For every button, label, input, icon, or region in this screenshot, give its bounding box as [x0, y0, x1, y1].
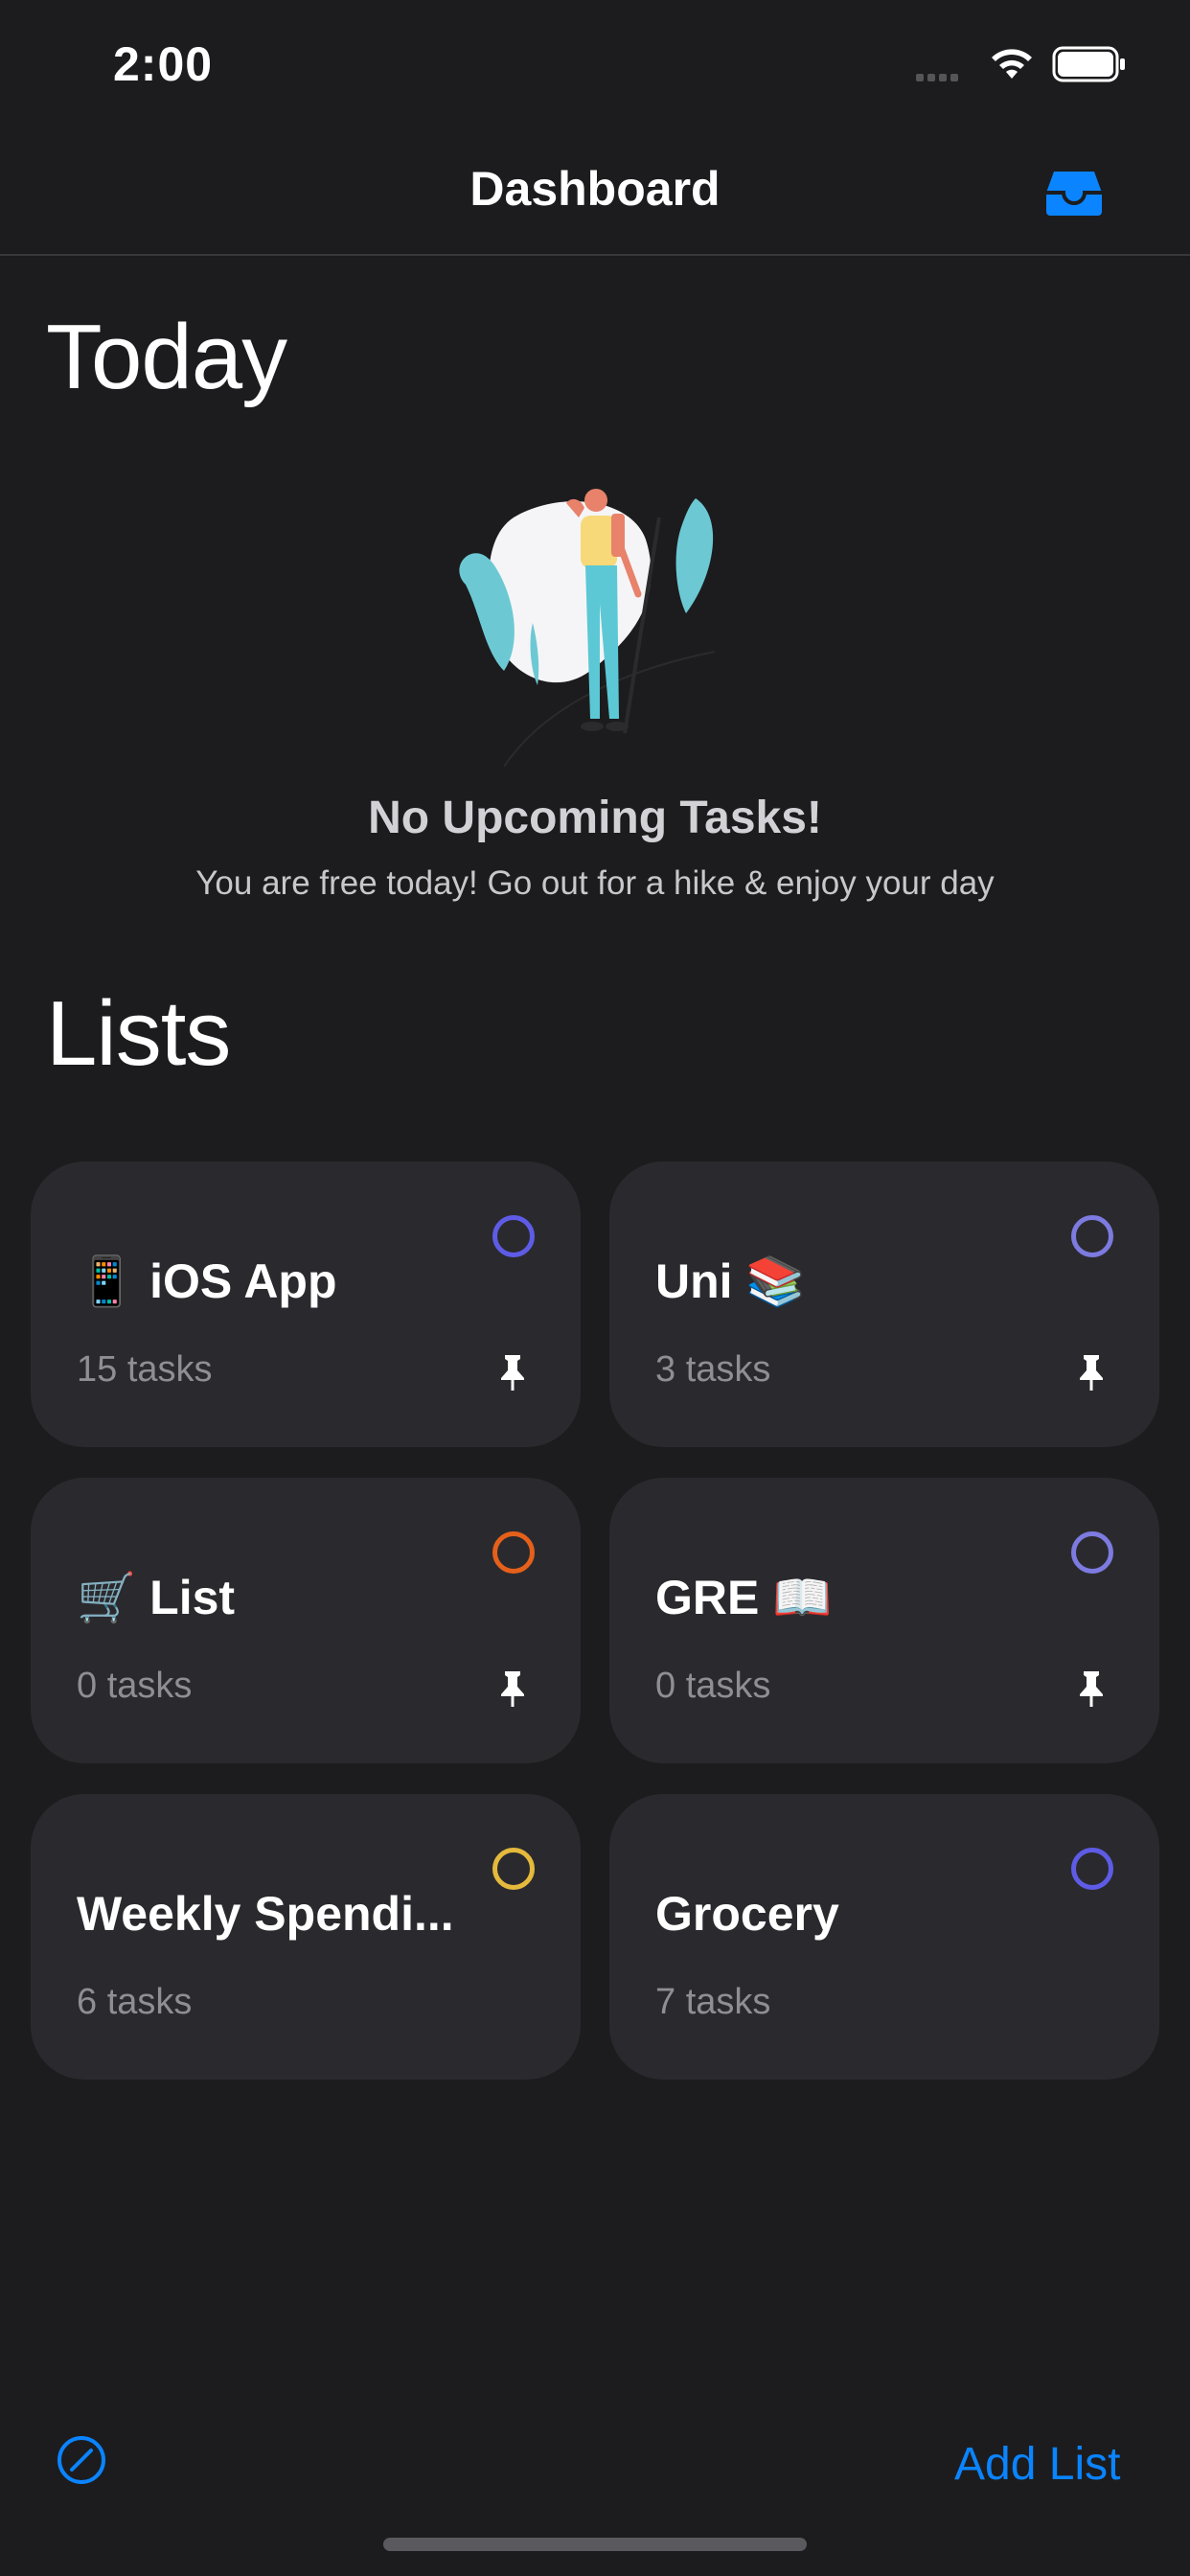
list-card-title: GRE 📖	[655, 1571, 833, 1624]
add-list-button[interactable]: Add List	[954, 2438, 1120, 2491]
list-card-weekly-spending[interactable]: Weekly Spendi... 6 tasks	[31, 1794, 581, 2080]
inbox-icon[interactable]	[1044, 168, 1104, 218]
list-card-grocery[interactable]: Grocery 7 tasks	[609, 1794, 1159, 2080]
list-card-uni[interactable]: Uni 📚 3 tasks	[609, 1162, 1159, 1447]
list-card-ios-app[interactable]: 📱 iOS App 15 tasks	[31, 1162, 581, 1447]
list-card-gre[interactable]: GRE 📖 0 tasks	[609, 1478, 1159, 1763]
list-card-count: 3 tasks	[655, 1349, 771, 1390]
list-color-ring-icon	[1071, 1531, 1113, 1574]
pin-icon	[1080, 1355, 1103, 1391]
hiker-illustration	[459, 489, 716, 768]
list-color-ring-icon	[492, 1215, 535, 1257]
list-card-count: 7 tasks	[655, 1982, 771, 2022]
list-card-shopping-list[interactable]: 🛒 List 0 tasks	[31, 1478, 581, 1763]
page-title: Dashboard	[469, 162, 721, 216]
compass-icon[interactable]	[56, 2434, 107, 2486]
list-color-ring-icon	[1071, 1848, 1113, 1890]
lists-heading: Lists	[46, 982, 231, 1085]
list-color-ring-icon	[1071, 1215, 1113, 1257]
cellular-signal-icon	[916, 69, 962, 86]
list-card-title: 📱 iOS App	[77, 1254, 337, 1308]
pin-icon	[501, 1671, 524, 1707]
home-indicator[interactable]	[383, 2538, 807, 2551]
list-color-ring-icon	[492, 1848, 535, 1890]
list-card-title: Weekly Spendi...	[77, 1887, 454, 1941]
list-color-ring-icon	[492, 1531, 535, 1574]
list-card-count: 15 tasks	[77, 1349, 213, 1390]
list-card-title: Grocery	[655, 1887, 839, 1941]
pin-icon	[1080, 1671, 1103, 1707]
list-card-title: 🛒 List	[77, 1571, 236, 1624]
today-heading: Today	[46, 306, 287, 408]
status-bar: 2:00	[0, 0, 1190, 129]
list-card-count: 0 tasks	[655, 1666, 771, 1706]
empty-state-title: No Upcoming Tasks!	[368, 793, 822, 843]
navigation-bar: Dashboard	[0, 129, 1190, 256]
battery-icon	[1052, 46, 1125, 82]
status-time: 2:00	[113, 37, 214, 91]
list-card-count: 6 tasks	[77, 1982, 193, 2022]
list-card-count: 0 tasks	[77, 1666, 193, 1706]
wifi-icon	[992, 49, 1032, 79]
list-card-title: Uni 📚	[655, 1254, 806, 1308]
empty-state-subtitle: You are free today! Go out for a hike & …	[195, 864, 995, 902]
pin-icon	[501, 1355, 524, 1391]
